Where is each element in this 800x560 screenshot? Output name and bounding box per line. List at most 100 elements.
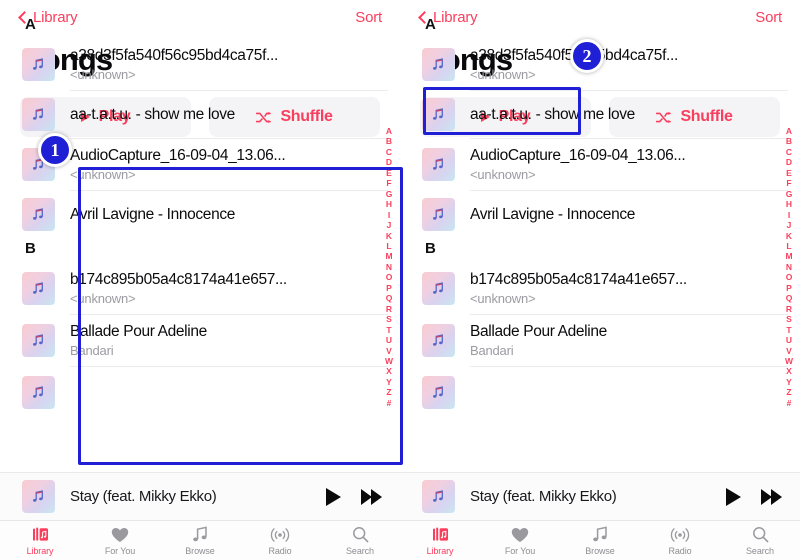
alphabet-index-letter[interactable]: O (786, 272, 793, 282)
alphabet-index-letter[interactable]: H (786, 199, 792, 209)
alphabet-index-letter[interactable]: X (786, 366, 792, 376)
song-list-left[interactable]: Aa38d3f5fa540f56c95bd4ca75f... <unknown> a… (0, 14, 400, 418)
alphabet-index-letter[interactable]: L (386, 241, 391, 251)
tab-radio[interactable]: Radio (640, 525, 720, 556)
alphabet-index-letter[interactable]: J (387, 220, 392, 230)
tab-label: Library (26, 546, 54, 556)
play-icon[interactable] (326, 487, 341, 506)
alphabet-index-letter[interactable]: W (785, 356, 793, 366)
song-row[interactable]: Ballade Pour Adeline Bandari (400, 314, 800, 366)
alphabet-index-letter[interactable]: I (388, 210, 390, 220)
song-title: Avril Lavigne - Innocence (470, 205, 636, 223)
alphabet-index-letter[interactable]: Q (786, 293, 793, 303)
radio-waves-icon (670, 525, 690, 544)
alphabet-index-letter[interactable]: F (786, 178, 791, 188)
alphabet-index-letter[interactable]: G (386, 189, 393, 199)
alphabet-index-letter[interactable]: # (387, 398, 392, 408)
album-art-thumbnail (22, 323, 55, 357)
alphabet-index-letter[interactable]: N (786, 262, 792, 272)
song-row[interactable]: AudioCapture_16-09-04_13.06... <unknown> (400, 138, 800, 190)
alphabet-index-letter[interactable]: S (386, 314, 392, 324)
alphabet-index-letter[interactable]: D (786, 157, 792, 167)
alphabet-index-letter[interactable]: B (786, 136, 792, 146)
alphabet-index-letter[interactable]: C (786, 147, 792, 157)
song-title: Ballade Pour Adeline (70, 322, 207, 340)
alphabet-index-letter[interactable]: R (786, 304, 792, 314)
tab-browse[interactable]: Browse (160, 525, 240, 556)
tab-label: Browse (585, 546, 615, 556)
alphabet-index-letter[interactable]: E (786, 168, 792, 178)
alphabet-index-letter[interactable]: V (386, 346, 392, 356)
alphabet-index-letter[interactable]: N (386, 262, 392, 272)
alphabet-index-letter[interactable]: I (788, 210, 790, 220)
alphabet-index-letter[interactable]: T (786, 325, 791, 335)
alphabet-index-letter[interactable]: X (386, 366, 392, 376)
alphabet-index-letter[interactable]: H (386, 199, 392, 209)
tab-for-you[interactable]: For You (480, 525, 560, 556)
song-row[interactable]: Ballade Pour Adeline Bandari (0, 314, 400, 366)
alphabet-index-right[interactable]: A B C D E F G H I J K L M N O P Q R S T U V W X Y Z # (782, 126, 796, 408)
alphabet-index-letter[interactable]: S (786, 314, 792, 324)
tab-search[interactable]: Search (720, 525, 800, 556)
alphabet-index-letter[interactable]: Q (386, 293, 393, 303)
song-artist: <unknown> (70, 66, 136, 82)
now-playing-bar-left[interactable]: Stay (feat. Mikky Ekko) (0, 472, 400, 520)
alphabet-index-letter[interactable]: U (786, 335, 792, 345)
tab-browse[interactable]: Browse (560, 525, 640, 556)
alphabet-index-letter[interactable]: B (386, 136, 392, 146)
now-playing-bar-right[interactable]: Stay (feat. Mikky Ekko) (400, 472, 800, 520)
alphabet-index-letter[interactable]: L (786, 241, 791, 251)
song-row[interactable]: Avril Lavigne - Innocence (400, 190, 800, 238)
alphabet-index-letter[interactable]: R (386, 304, 392, 314)
alphabet-index-letter[interactable]: P (786, 283, 792, 293)
alphabet-index-letter[interactable]: M (385, 251, 392, 261)
alphabet-index-letter[interactable]: M (785, 251, 792, 261)
song-title: b174c895b05a4c8174a41e657... (70, 270, 287, 288)
tab-library[interactable]: Library (400, 525, 480, 556)
tab-for-you[interactable]: For You (80, 525, 160, 556)
alphabet-index-letter[interactable]: K (386, 231, 392, 241)
alphabet-index-letter[interactable]: Y (386, 377, 392, 387)
tab-label: Library (426, 546, 454, 556)
alphabet-index-letter[interactable]: C (386, 147, 392, 157)
song-row[interactable] (400, 366, 800, 418)
tab-library[interactable]: Library (0, 525, 80, 556)
alphabet-index-letter[interactable]: W (385, 356, 393, 366)
alphabet-index-letter[interactable]: K (786, 231, 792, 241)
alphabet-index-letter[interactable]: Z (386, 387, 391, 397)
alphabet-index-letter[interactable]: T (386, 325, 391, 335)
tab-radio[interactable]: Radio (240, 525, 320, 556)
song-row[interactable]: Avril Lavigne - Innocence (0, 190, 400, 238)
play-icon[interactable] (726, 487, 741, 506)
song-row[interactable]: b174c895b05a4c8174a41e657... <unknown> (400, 262, 800, 314)
alphabet-index-letter[interactable]: U (386, 335, 392, 345)
song-row[interactable]: aa-t.a.t.u. - show me love (400, 90, 800, 138)
alphabet-index-letter[interactable]: G (786, 189, 793, 199)
alphabet-index-letter[interactable]: E (386, 168, 392, 178)
alphabet-index-letter[interactable]: # (787, 398, 792, 408)
alphabet-index-letter[interactable]: D (386, 157, 392, 167)
alphabet-index-letter[interactable]: O (386, 272, 393, 282)
song-row[interactable] (0, 366, 400, 418)
alphabet-index-letter[interactable]: Y (786, 377, 792, 387)
song-list-right[interactable]: Aa38d3f5fa540f56c95bd4ca75f...<unknown> a… (400, 14, 800, 418)
fast-forward-icon[interactable] (761, 488, 782, 505)
alphabet-index-letter[interactable]: F (386, 178, 391, 188)
alphabet-index-letter[interactable]: J (787, 220, 792, 230)
alphabet-index-letter[interactable]: A (786, 126, 792, 136)
song-title: b174c895b05a4c8174a41e657... (470, 270, 687, 288)
alphabet-index-left[interactable]: A B C D E F G H I J K L M N O P Q R S T U V W X Y Z # (382, 126, 396, 408)
song-artist: <unknown> (70, 166, 136, 182)
album-art-thumbnail (422, 271, 455, 305)
alphabet-index-letter[interactable]: V (786, 346, 792, 356)
song-row[interactable]: b174c895b05a4c8174a41e657... <unknown> (0, 262, 400, 314)
tab-search[interactable]: Search (320, 525, 400, 556)
song-title: aa-t.a.t.u. - show me love (70, 105, 235, 123)
fast-forward-icon[interactable] (361, 488, 382, 505)
alphabet-index-letter[interactable]: Z (786, 387, 791, 397)
song-row[interactable]: aa-t.a.t.u. - show me love (0, 90, 400, 138)
alphabet-index-letter[interactable]: A (386, 126, 392, 136)
phone-screen-left: Library Sort Songs Play Shuffle A a38d3f… (0, 0, 400, 560)
alphabet-index-letter[interactable]: P (386, 283, 392, 293)
song-row[interactable]: a38d3f5fa540f56c95bd4ca75f... <unknown> (0, 38, 400, 90)
